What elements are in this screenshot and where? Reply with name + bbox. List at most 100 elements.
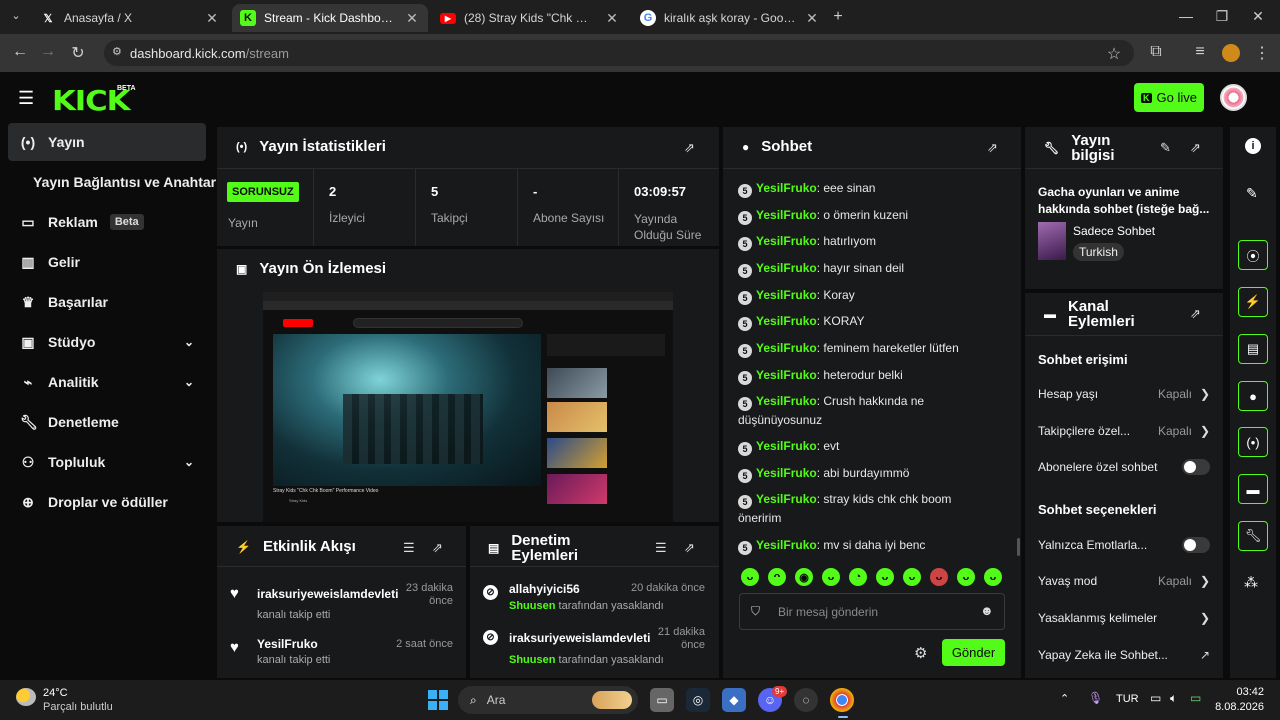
steam-icon[interactable]: ◎ bbox=[686, 688, 710, 712]
emote-icon[interactable]: ᴗ bbox=[930, 568, 948, 586]
mod-user[interactable]: iraksuriyeweislamdevleti bbox=[509, 631, 650, 645]
sidebar-item-gelir[interactable]: ▥ Gelir bbox=[8, 243, 206, 281]
browser-menu-icon[interactable]: ⋮ bbox=[1252, 43, 1272, 63]
filter-icon[interactable]: ☰ bbox=[655, 540, 667, 556]
sidebar-item-topluluk[interactable]: ⚇ Topluluk ⌄ bbox=[8, 443, 206, 481]
filter-icon[interactable]: ☰ bbox=[403, 540, 415, 556]
volume-icon[interactable]: 🔈︎ bbox=[1170, 691, 1177, 706]
chat-username[interactable]: YesilFruko bbox=[756, 181, 817, 195]
close-icon[interactable]: ✕ bbox=[204, 10, 220, 27]
popout-icon[interactable]: ⇗ bbox=[1190, 140, 1201, 156]
rail-wrench-button[interactable]: 🔧︎ bbox=[1238, 521, 1268, 551]
emote-icon[interactable]: ◔ bbox=[849, 568, 867, 586]
more-widgets-icon[interactable]: ⁂ bbox=[1244, 574, 1258, 591]
tab-google[interactable]: G kiralık aşk koray - Google'da Ara ✕ bbox=[632, 4, 828, 32]
emote-icon[interactable]: ᴖ bbox=[768, 568, 786, 586]
popout-icon[interactable]: ⇗ bbox=[987, 140, 998, 156]
new-tab-icon[interactable]: + bbox=[828, 8, 848, 26]
chat-scrollbar[interactable] bbox=[1017, 538, 1020, 556]
microphone-icon[interactable]: 🎙︎ bbox=[1088, 691, 1103, 705]
back-icon[interactable]: ← bbox=[10, 43, 30, 61]
tab-kick-dashboard[interactable]: K Stream - Kick Dashboard ✕ bbox=[232, 4, 428, 32]
popout-icon[interactable]: ⇗ bbox=[432, 540, 443, 556]
chat-username[interactable]: YesilFruko bbox=[756, 234, 817, 248]
tab-youtube[interactable]: ▶ (28) Stray Kids "Chk Chk Boom" ✕ bbox=[432, 4, 628, 32]
minimize-icon[interactable]: — bbox=[1176, 8, 1196, 24]
chat-username[interactable]: YesilFruko bbox=[756, 394, 817, 408]
chat-username[interactable]: YesilFruko bbox=[756, 368, 817, 382]
avatar[interactable] bbox=[1220, 84, 1247, 111]
chevron-up-icon[interactable]: ⌃ bbox=[1060, 692, 1069, 705]
chat-username[interactable]: YesilFruko bbox=[756, 341, 817, 355]
emoji-icon[interactable]: ☻ bbox=[980, 603, 994, 618]
battery-icon[interactable]: ▭ bbox=[1190, 691, 1201, 705]
emote-icon[interactable]: ᴗ bbox=[903, 568, 921, 586]
sidebar-item-stream-key[interactable]: Yayın Bağlantısı ve Anahtarı bbox=[8, 163, 220, 201]
weather-icon[interactable] bbox=[16, 688, 36, 706]
rail-mod-button[interactable]: ▤ bbox=[1238, 334, 1268, 364]
edit-pencil-icon[interactable]: ✎ bbox=[1160, 140, 1171, 156]
account-age-row[interactable]: Hesap yaşı Kapalı ❯ bbox=[1038, 384, 1210, 404]
chat-input[interactable]: ⛉ Bir mesaj gönderin ☻ bbox=[739, 593, 1005, 630]
profile-icon[interactable] bbox=[1222, 44, 1240, 62]
sidebar-item-droplar[interactable]: ⊕ Droplar ve ödüller bbox=[8, 483, 206, 521]
sidebar-item-yayin[interactable]: (•) Yayın bbox=[8, 123, 206, 161]
tab-search-icon[interactable]: ⌄ bbox=[6, 9, 26, 22]
rail-activity-button[interactable]: ⚡ bbox=[1238, 287, 1268, 317]
activity-user[interactable]: YesilFruko bbox=[257, 637, 318, 651]
app-icon[interactable]: ◆ bbox=[722, 688, 746, 712]
sidebar-item-denetleme[interactable]: 🔧︎ Denetleme bbox=[8, 403, 206, 441]
ai-chat-row[interactable]: Yapay Zeka ile Sohbet... ↗ bbox=[1038, 645, 1210, 665]
emotes-only-row[interactable]: Yalnızca Emotlarla... bbox=[1038, 535, 1210, 555]
moderator-name[interactable]: Shuusen bbox=[509, 600, 555, 612]
taskbar-search[interactable]: ⌕ Ara bbox=[458, 686, 638, 714]
edit-pencil-icon[interactable]: ✎ bbox=[1246, 185, 1258, 202]
app-icon[interactable]: ◌ bbox=[794, 688, 818, 712]
windows-start-icon[interactable] bbox=[428, 690, 448, 710]
sidebar-item-reklam[interactable]: ▭ Reklam Beta bbox=[8, 203, 206, 241]
emote-icon[interactable]: ᴗ bbox=[822, 568, 840, 586]
reload-icon[interactable]: ↻ bbox=[68, 43, 88, 63]
chat-username[interactable]: YesilFruko bbox=[756, 261, 817, 275]
chat-username[interactable]: YesilFruko bbox=[756, 288, 817, 302]
clock-time[interactable]: 03:42 bbox=[1220, 686, 1264, 698]
emote-icon[interactable]: ◉ bbox=[795, 568, 813, 586]
moderator-name[interactable]: Shuusen bbox=[509, 654, 555, 666]
settings-gear-icon[interactable]: ⚙ bbox=[914, 644, 927, 662]
sidebar-item-analitik[interactable]: ⌁ Analitik ⌄ bbox=[8, 363, 206, 401]
emote-icon[interactable]: ᴗ bbox=[741, 568, 759, 586]
site-info-icon[interactable]: ⚙ bbox=[112, 45, 122, 58]
emote-icon[interactable]: ᴗ bbox=[957, 568, 975, 586]
hamburger-menu-icon[interactable]: ☰ bbox=[18, 88, 34, 109]
close-window-icon[interactable]: ✕ bbox=[1248, 8, 1268, 25]
maximize-icon[interactable]: ❐ bbox=[1212, 8, 1232, 25]
chat-username[interactable]: YesilFruko bbox=[756, 538, 817, 552]
go-live-button[interactable]: K Go live bbox=[1134, 83, 1204, 112]
forward-icon[interactable]: → bbox=[38, 43, 58, 61]
emote-icon[interactable]: ᴗ bbox=[876, 568, 894, 586]
close-icon[interactable]: ✕ bbox=[404, 10, 420, 27]
emote-icon[interactable]: ᴗ bbox=[984, 568, 1002, 586]
rail-stats-button[interactable]: ⦿ bbox=[1238, 240, 1268, 270]
popout-icon[interactable]: ⇗ bbox=[1190, 306, 1201, 322]
banned-words-row[interactable]: Yasaklanmış kelimeler ❯ bbox=[1038, 608, 1210, 628]
task-view-icon[interactable]: ▭ bbox=[650, 688, 674, 712]
close-icon[interactable]: ✕ bbox=[604, 10, 620, 27]
chat-username[interactable]: YesilFruko bbox=[756, 314, 817, 328]
rail-channel-button[interactable]: ▬ bbox=[1238, 474, 1268, 504]
followers-only-row[interactable]: Takipçilere özel... Kapalı ❯ bbox=[1038, 421, 1210, 441]
emotes-only-toggle[interactable] bbox=[1182, 537, 1210, 553]
popout-icon[interactable]: ⇗ bbox=[684, 140, 695, 156]
chrome-icon[interactable] bbox=[830, 688, 854, 712]
activity-user[interactable]: iraksuriyeweislamdevleti bbox=[257, 587, 398, 601]
mod-user[interactable]: allahyiyici56 bbox=[509, 582, 580, 596]
media-icon[interactable]: ≡ bbox=[1190, 43, 1210, 61]
send-button[interactable]: Gönder bbox=[942, 639, 1005, 666]
bookmark-star-icon[interactable]: ☆ bbox=[1104, 44, 1124, 64]
chat-username[interactable]: YesilFruko bbox=[756, 439, 817, 453]
subs-only-toggle[interactable] bbox=[1182, 459, 1210, 475]
chat-username[interactable]: YesilFruko bbox=[756, 208, 817, 222]
sidebar-item-basarilar[interactable]: ♛ Başarılar bbox=[8, 283, 206, 321]
clock-date[interactable]: 8.08.2026 bbox=[1214, 701, 1264, 713]
url-input[interactable]: ⚙ dashboard.kick.com/stream bbox=[104, 40, 1134, 66]
